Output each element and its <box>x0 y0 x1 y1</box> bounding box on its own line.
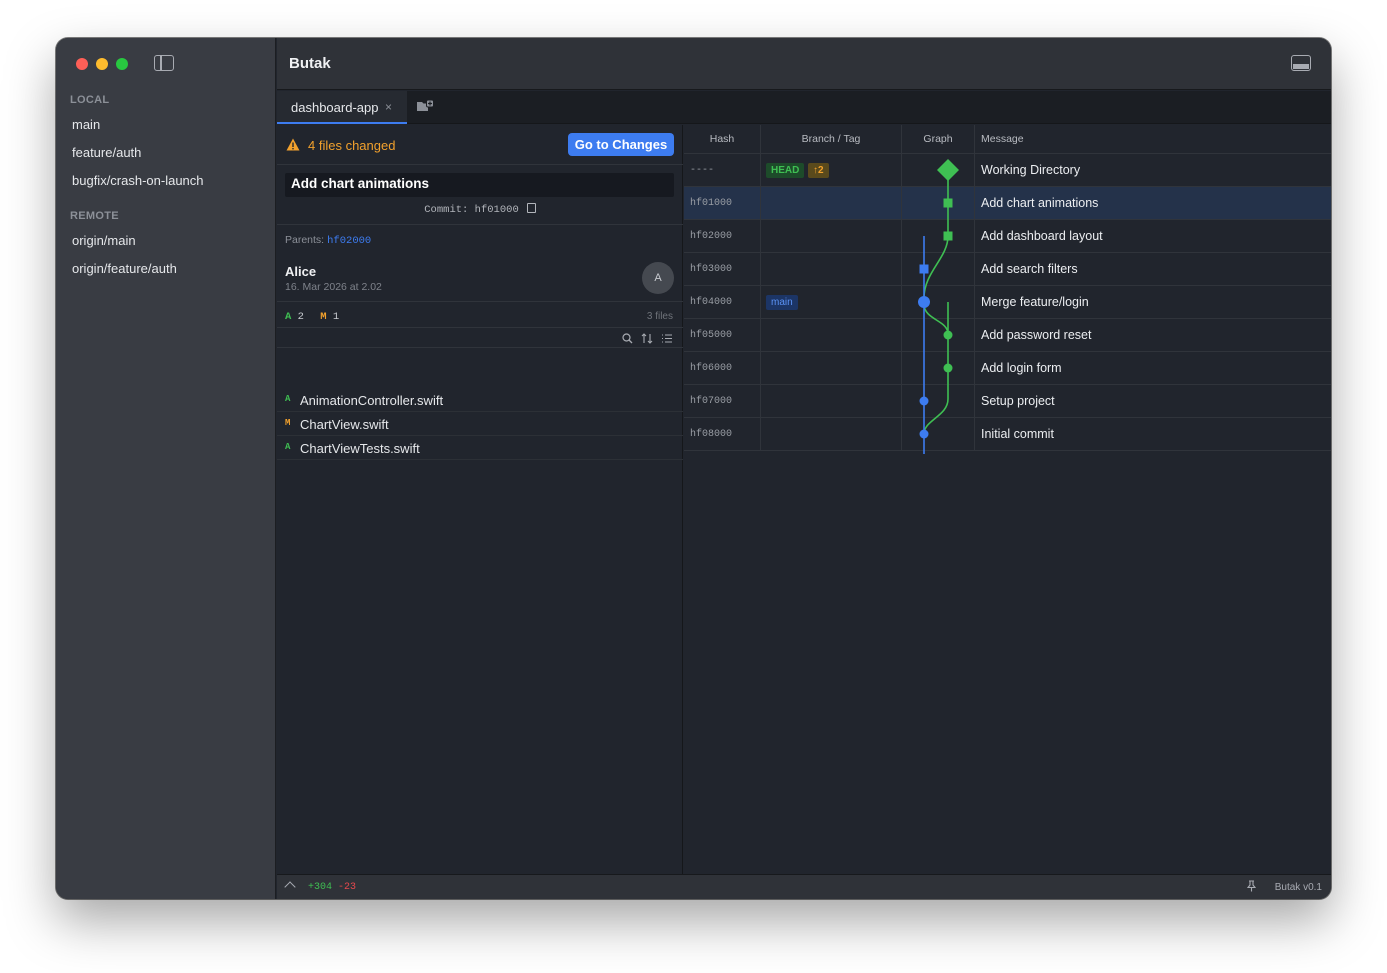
version-label: Butak v0.1 <box>1274 882 1322 893</box>
list-view-icon[interactable] <box>661 333 673 344</box>
graph-node-hf07000[interactable] <box>919 396 929 406</box>
pin-icon[interactable] <box>1247 880 1256 892</box>
zoom-window-button[interactable] <box>116 58 128 70</box>
app-window: LOCAL main feature/auth bugfix/crash-on-… <box>56 38 1331 899</box>
sidebar-remote-origin-main[interactable]: origin/main <box>72 233 136 248</box>
sidebar-branch-main[interactable]: main <box>72 117 100 132</box>
commit-history-table: Hash Branch / Tag Graph Message ---- HEAD… <box>684 125 1331 874</box>
divider <box>277 327 683 328</box>
column-header-message[interactable]: Message <box>975 125 1331 154</box>
sort-icon[interactable] <box>641 333 653 344</box>
sidebar-branch-feature-auth[interactable]: feature/auth <box>72 145 141 160</box>
graph-node-hf04000[interactable] <box>918 296 930 308</box>
commit-message: Add chart animations <box>285 173 674 197</box>
divider <box>277 347 683 348</box>
remote-section-label: REMOTE <box>70 210 119 222</box>
diff-stat: +304 -23 <box>308 882 356 893</box>
column-header-branch[interactable]: Branch / Tag <box>761 125 901 154</box>
sidebar-branch-bugfix[interactable]: bugfix/crash-on-launch <box>72 173 204 188</box>
commit-detail-panel: 4 files changed Go to Changes Add chart … <box>277 125 683 874</box>
avatar: A <box>642 262 674 294</box>
status-bar: +304 -23 Butak v0.1 <box>277 874 1331 899</box>
go-to-changes-button[interactable]: Go to Changes <box>568 133 674 156</box>
graph-node-hf03000[interactable] <box>919 264 929 274</box>
graph-node-hf01000[interactable] <box>943 198 953 208</box>
change-stats: A 2 M 1 <box>285 311 339 323</box>
minimize-window-button[interactable] <box>96 58 108 70</box>
local-section-label: LOCAL <box>70 94 110 106</box>
sidebar-remote-origin-feature-auth[interactable]: origin/feature/auth <box>72 261 177 276</box>
file-name: AnimationController.swift <box>300 393 444 408</box>
file-row[interactable]: A ChartViewTests.swift <box>277 436 683 460</box>
graph-node-hf08000[interactable] <box>919 429 929 439</box>
file-name: ChartView.swift <box>300 417 389 432</box>
graph-node-hf05000[interactable] <box>943 330 953 340</box>
graph-node-hf02000[interactable] <box>943 231 953 241</box>
author-name: Alice <box>285 264 317 279</box>
column-header-graph[interactable]: Graph <box>902 125 974 154</box>
tab-close-icon[interactable]: × <box>385 100 392 114</box>
file-status-modified: M <box>285 418 291 428</box>
toggle-bottom-panel-icon[interactable] <box>1291 55 1311 71</box>
copy-icon[interactable] <box>526 203 536 213</box>
close-window-button[interactable] <box>76 58 88 70</box>
file-row[interactable]: M ChartView.swift <box>277 412 683 436</box>
tab-label: dashboard-app <box>291 100 379 115</box>
files-changed-text: 4 files changed <box>308 138 396 153</box>
column-header-hash[interactable]: Hash <box>684 125 760 154</box>
tab-bar: dashboard-app × <box>277 91 1331 124</box>
file-name: ChartViewTests.swift <box>300 441 420 456</box>
added-count: 2 <box>297 311 304 323</box>
titlebar: Butak <box>277 38 1331 90</box>
parent-hash-link[interactable]: hf02000 <box>327 235 371 247</box>
commit-graph <box>918 159 959 454</box>
commit-date: 16. Mar 2026 at 2.02 <box>285 281 382 293</box>
lines-added: +304 <box>308 882 333 893</box>
sidebar-toggle-icon[interactable] <box>154 55 174 71</box>
app-title: Butak <box>289 55 331 72</box>
added-letter: A <box>285 311 292 323</box>
open-repository-icon[interactable] <box>416 99 434 113</box>
parents-line: Parents: hf02000 <box>285 234 371 247</box>
file-list-toolbar <box>622 333 673 344</box>
divider <box>277 224 683 225</box>
divider <box>277 301 683 302</box>
modified-letter: M <box>320 311 327 323</box>
graph-node-working-directory[interactable] <box>937 159 959 181</box>
warning-icon <box>286 138 300 151</box>
sidebar: LOCAL main feature/auth bugfix/crash-on-… <box>56 38 276 899</box>
main-area: Butak dashboard-app × 4 files changed Go… <box>277 38 1331 899</box>
parents-label: Parents: <box>285 234 325 246</box>
search-icon[interactable] <box>622 333 633 344</box>
window-controls <box>76 58 128 70</box>
modified-count: 1 <box>332 311 340 323</box>
file-row[interactable]: A AnimationController.swift <box>277 388 683 412</box>
files-count: 3 files <box>646 311 673 322</box>
chevron-up-icon[interactable] <box>284 881 296 893</box>
commit-hash-label: Commit: hf01000 <box>424 204 519 216</box>
graph-node-hf06000[interactable] <box>943 363 953 373</box>
tab-dashboard-app[interactable]: dashboard-app × <box>277 91 407 124</box>
file-status-added: A <box>285 394 291 404</box>
changes-banner: 4 files changed Go to Changes <box>277 125 683 165</box>
lines-removed: -23 <box>338 882 357 893</box>
file-status-added: A <box>285 442 291 452</box>
commit-hash-line: Commit: hf01000 <box>277 203 683 216</box>
